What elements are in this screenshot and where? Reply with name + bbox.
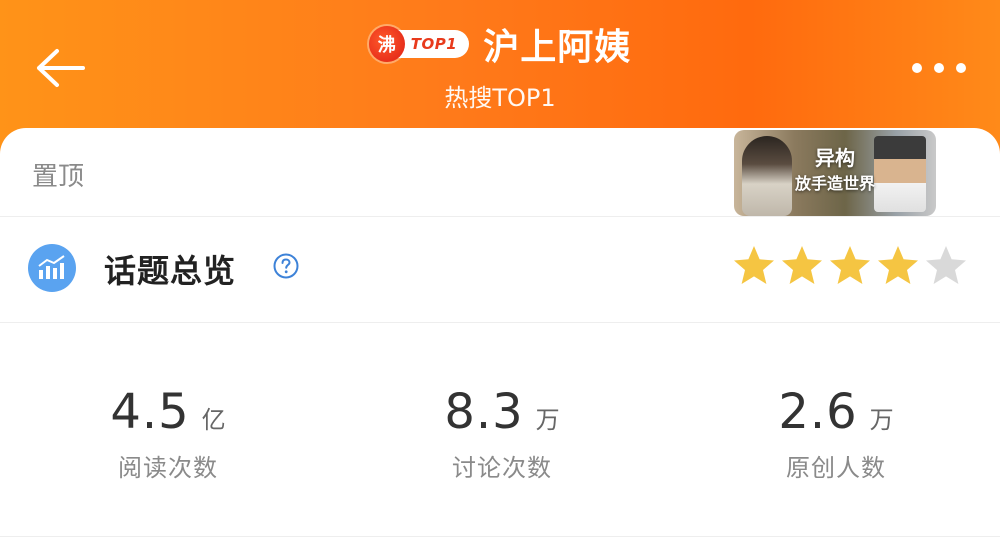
stats-row: 4.5 亿 阅读次数 8.3 万 讨论次数 2.6 万 原创人数 [0,322,1000,522]
overview-header: 话题总览 [0,216,1000,323]
bar-chart-icon [28,244,76,292]
stat-discussions: 8.3 万 讨论次数 [352,384,652,483]
page-title: 沪上阿姨 [483,27,632,68]
more-button[interactable] [904,46,974,90]
star-filled-icon [734,246,774,284]
stat-unit: 亿 [201,406,226,434]
star-filled-icon [830,246,870,284]
promo-banner[interactable]: 异构 放手造世界 [734,130,936,216]
question-circle-icon[interactable] [272,252,300,280]
hot-badge: 沸 TOP1 [368,26,470,62]
topic-card: 置顶 异构 放手造世界 话题总览 4.5 亿 阅读次数 8.3 万 讨论次数 2… [0,128,1000,541]
star-filled-icon [878,246,918,284]
more-dots-icon [912,63,966,73]
stat-reads: 4.5 亿 阅读次数 [18,384,318,483]
pinned-row[interactable]: 置顶 异构 放手造世界 [0,128,1000,217]
pinned-label: 置顶 [32,162,85,192]
page-subtitle: 热搜TOP1 [444,84,556,112]
title-row: 沸 TOP1 沪上阿姨 [0,16,1000,72]
promo-tagline: 放手造世界 [794,174,875,193]
stat-value: 4.5 [110,384,190,440]
stat-unit: 万 [535,406,560,434]
stat-originals: 2.6 万 原创人数 [686,384,986,483]
bottom-divider [0,536,1000,537]
stat-label: 阅读次数 [118,454,218,482]
stat-value: 8.3 [444,384,524,440]
stat-label: 原创人数 [786,454,886,482]
overview-title: 话题总览 [104,252,237,290]
star-filled-icon [782,246,822,284]
stat-label: 讨论次数 [452,454,552,482]
top-rank-badge: TOP1 [394,30,470,58]
boil-badge: 沸 [368,26,405,62]
rating-stars [730,242,970,292]
star-empty-icon [926,246,966,284]
stat-unit: 万 [869,406,894,434]
promo-title: 异构 [815,146,855,170]
stat-value: 2.6 [778,384,858,440]
